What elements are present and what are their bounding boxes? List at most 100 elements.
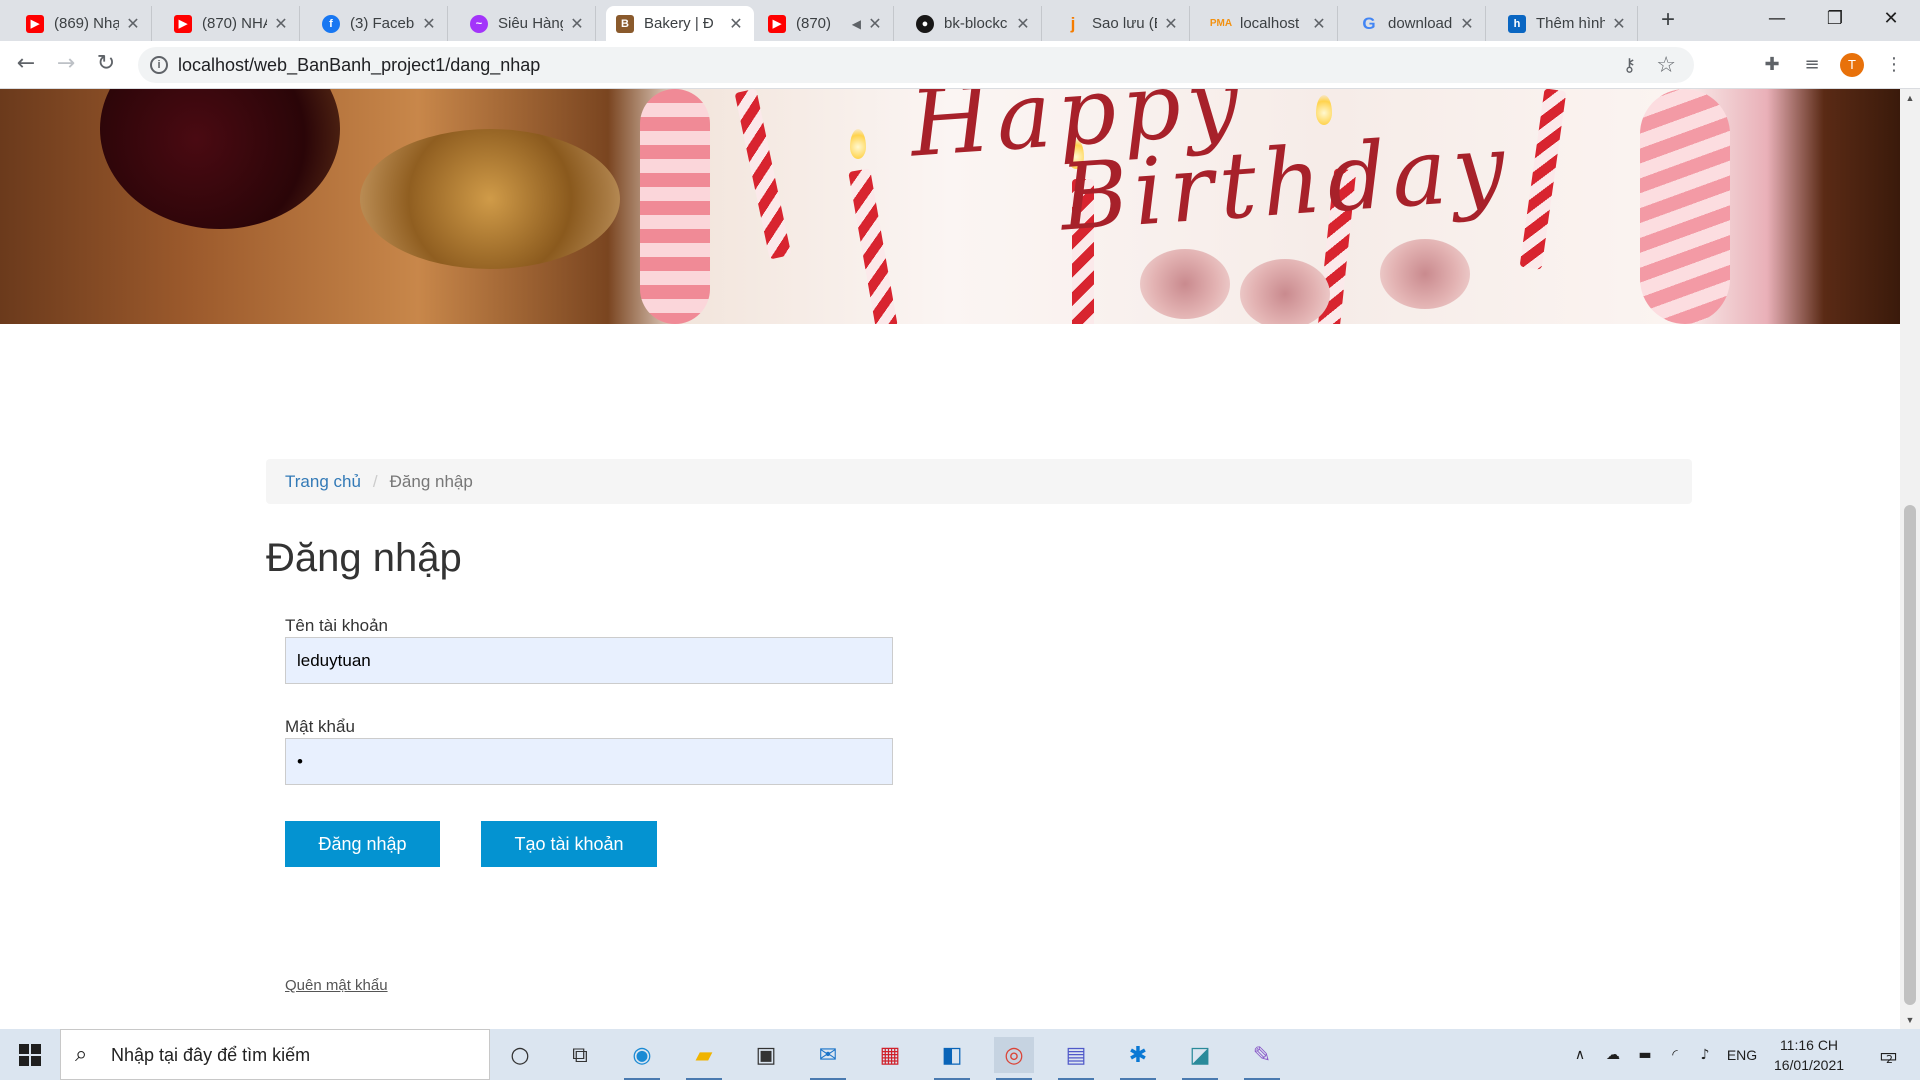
page-viewport: Happy Birthday Trang chủ / Đăng nhập Đăn…: [0, 89, 1900, 1029]
tab-title: (869) Nhạc: [54, 15, 119, 32]
onedrive-icon[interactable]: ☁: [1600, 1029, 1626, 1080]
start-button[interactable]: [0, 1029, 60, 1080]
forward-icon[interactable]: →: [52, 51, 80, 79]
browser-tab-active[interactable]: B Bakery | Đ ✕: [606, 6, 754, 41]
gift-icon[interactable]: ▦: [870, 1037, 910, 1073]
show-hidden-icons-icon[interactable]: ∧: [1568, 1029, 1592, 1080]
edge-icon[interactable]: ◉: [622, 1037, 662, 1080]
restore-icon[interactable]: ❐: [1806, 0, 1864, 41]
candle-image: [1519, 89, 1567, 270]
browser-tab-strip: ▶ (869) Nhạc ✕ ▶ (870) NHẠC ✕ f (3) Face…: [0, 0, 1920, 41]
tab-title: Siêu Hàng: [498, 15, 563, 32]
menu-icon[interactable]: ⋮: [1882, 53, 1906, 77]
notification-count: 2: [1885, 1053, 1893, 1066]
taskbar-clock[interactable]: 11:16 CH 16/01/2021: [1764, 1035, 1854, 1075]
browser-tab[interactable]: ▶ (870) ◀ ✕: [758, 6, 894, 41]
mail-icon[interactable]: ✉: [808, 1037, 848, 1080]
battery-icon[interactable]: ▬: [1632, 1029, 1658, 1080]
clock-date: 16/01/2021: [1773, 1057, 1845, 1073]
bakery-icon: B: [616, 14, 634, 33]
app-icon[interactable]: ◪: [1180, 1037, 1220, 1080]
close-icon[interactable]: ✕: [1163, 14, 1179, 34]
taskbar-search-box[interactable]: ⌕ Nhập tại đây để tìm kiếm: [60, 1029, 490, 1080]
browser-tab[interactable]: j Sao lưu (B ✕: [1054, 6, 1190, 41]
close-icon[interactable]: ✕: [569, 14, 585, 34]
paint-icon[interactable]: ✎: [1242, 1037, 1282, 1080]
outlook-icon[interactable]: ◧: [932, 1037, 972, 1080]
login-button[interactable]: Đăng nhập: [285, 821, 440, 867]
reload-icon[interactable]: ↻: [92, 51, 120, 79]
task-view-icon[interactable]: ⧉: [560, 1037, 600, 1073]
close-icon[interactable]: ✕: [273, 14, 289, 34]
browser-tab[interactable]: ▶ (869) Nhạc ✕: [16, 6, 152, 41]
vscode-icon[interactable]: ✱: [1118, 1037, 1158, 1080]
star-icon[interactable]: ☆: [1656, 53, 1676, 78]
close-window-icon[interactable]: ✕: [1862, 0, 1920, 41]
close-icon[interactable]: ✕: [1015, 14, 1031, 34]
close-icon[interactable]: ✕: [1311, 14, 1327, 34]
close-icon[interactable]: ✕: [867, 14, 883, 34]
store-icon[interactable]: ▣: [746, 1037, 786, 1073]
create-account-button[interactable]: Tạo tài khoản: [481, 821, 657, 867]
browser-tab[interactable]: f (3) Facebook ✕: [312, 6, 448, 41]
tab-title: (3) Facebook: [350, 15, 415, 32]
media-control-icon[interactable]: ≡: [1800, 53, 1824, 77]
search-icon: ⌕: [75, 1042, 88, 1067]
candle-image: [848, 168, 898, 324]
rose-decoration: [1380, 239, 1470, 309]
facebook-icon: f: [322, 14, 340, 33]
file-explorer-icon[interactable]: ▰: [684, 1037, 724, 1080]
key-icon[interactable]: ⚷: [1623, 55, 1636, 76]
scroll-down-icon[interactable]: ▼: [1900, 1011, 1920, 1029]
github-icon: ●: [916, 14, 934, 33]
volume-icon[interactable]: ♪: [1692, 1029, 1718, 1080]
language-indicator[interactable]: ENG: [1722, 1029, 1762, 1080]
forgot-password-link[interactable]: Quên mật khẩu: [285, 977, 388, 994]
google-icon: G: [1362, 13, 1376, 33]
breadcrumb-current: Đăng nhập: [389, 471, 473, 491]
browser-tab[interactable]: h Thêm hình ✕: [1498, 6, 1638, 41]
teams-icon[interactable]: ▤: [1056, 1037, 1096, 1080]
address-bar[interactable]: i localhost/web_BanBanh_project1/dang_nh…: [138, 47, 1694, 83]
windows-taskbar: ⌕ Nhập tại đây để tìm kiếm ○ ⧉ ◉ ▰ ▣ ✉ ▦…: [0, 1029, 1920, 1080]
rose-decoration: [1240, 259, 1330, 324]
scrollbar-thumb[interactable]: [1904, 505, 1916, 1005]
browser-tab[interactable]: G download ✕: [1350, 6, 1486, 41]
new-tab-button[interactable]: +: [1655, 8, 1681, 34]
chrome-icon[interactable]: ◎: [994, 1037, 1034, 1080]
flame-image: [850, 129, 866, 159]
scroll-up-icon[interactable]: ▲: [1900, 89, 1920, 107]
password-field[interactable]: •: [285, 738, 893, 785]
candle-image: [734, 89, 792, 260]
breadcrumb: Trang chủ / Đăng nhập: [266, 459, 1692, 504]
tab-title: download: [1388, 15, 1453, 32]
browser-tab[interactable]: ~ Siêu Hàng ✕: [460, 6, 596, 41]
password-label: Mật khẩu: [285, 717, 355, 736]
close-icon[interactable]: ✕: [125, 14, 141, 34]
birthday-cake-banner: Happy Birthday: [0, 89, 1900, 324]
j-icon: j: [1070, 13, 1076, 33]
browser-tab[interactable]: PMA localhost ✕: [1202, 6, 1338, 41]
back-icon[interactable]: ←: [12, 51, 40, 79]
close-icon[interactable]: ✕: [1459, 14, 1475, 34]
browser-toolbar: ← → ↻ i localhost/web_BanBanh_project1/d…: [0, 41, 1920, 89]
avatar[interactable]: T: [1840, 53, 1864, 77]
url-text[interactable]: localhost/web_BanBanh_project1/dang_nhap: [178, 55, 540, 76]
cortana-icon[interactable]: ○: [500, 1037, 540, 1073]
flame-image: [1316, 95, 1332, 125]
extensions-icon[interactable]: ✚: [1760, 53, 1784, 77]
close-icon[interactable]: ✕: [728, 14, 744, 34]
notification-icon[interactable]: ▭ 2: [1866, 1029, 1906, 1080]
breadcrumb-home-link[interactable]: Trang chủ: [285, 472, 361, 492]
username-field[interactable]: leduytuan: [285, 637, 893, 684]
minimize-icon[interactable]: —: [1748, 0, 1806, 41]
wifi-icon[interactable]: ◜: [1662, 1029, 1688, 1080]
close-icon[interactable]: ✕: [1611, 14, 1627, 34]
mute-icon[interactable]: ◀: [852, 17, 861, 31]
info-icon[interactable]: i: [150, 56, 168, 74]
h-icon: h: [1508, 14, 1526, 33]
browser-tab[interactable]: ● bk-blockc ✕: [906, 6, 1042, 41]
page-scrollbar[interactable]: ▲ ▼: [1900, 89, 1920, 1029]
close-icon[interactable]: ✕: [421, 14, 437, 34]
browser-tab[interactable]: ▶ (870) NHẠC ✕: [164, 6, 300, 41]
